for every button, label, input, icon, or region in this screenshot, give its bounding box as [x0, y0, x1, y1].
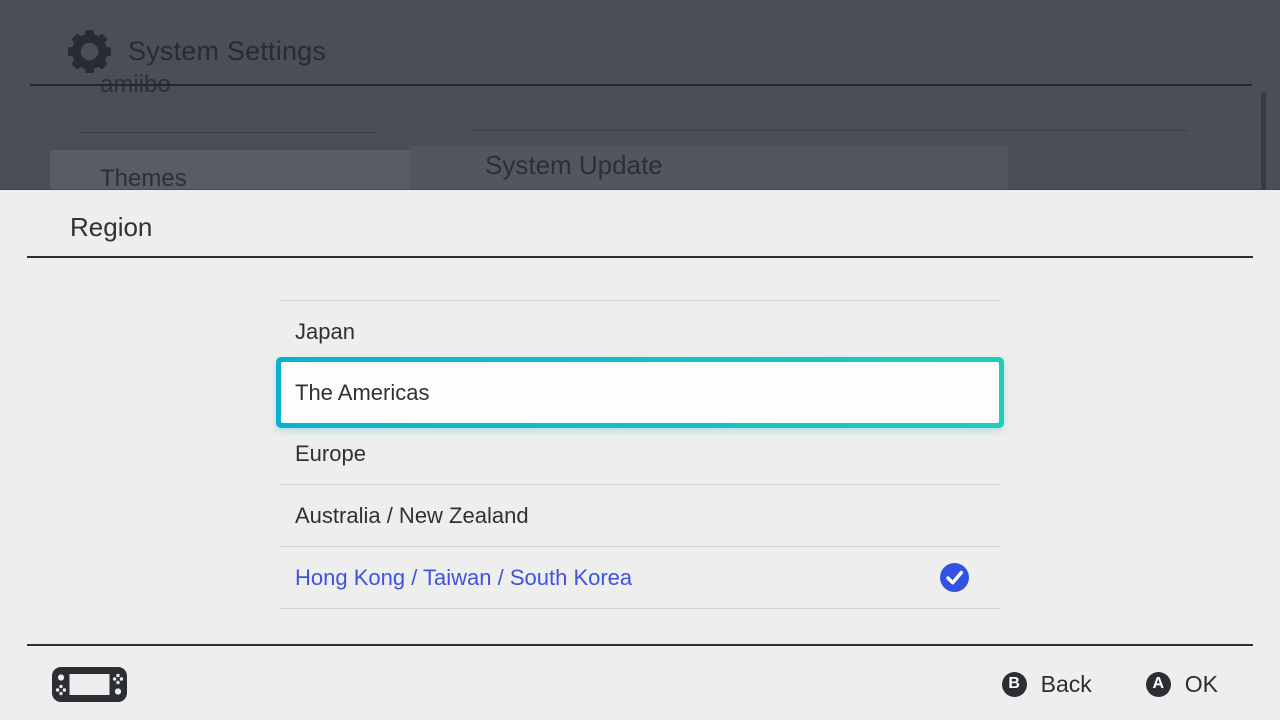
- footer-controls: B Back A OK: [1001, 669, 1218, 699]
- option-label: Europe: [295, 440, 366, 466]
- switch-settings-screen: System Settings amiibo Themes System Upd…: [0, 0, 1280, 720]
- header-divider: [30, 84, 1252, 86]
- dialog-title-divider: [27, 256, 1253, 258]
- settings-header: System Settings: [0, 0, 1280, 92]
- option-label: Japan: [295, 318, 355, 344]
- region-option-australia-new-zealand[interactable]: Australia / New Zealand: [280, 485, 1000, 546]
- dimmed-background-screen: System Settings amiibo Themes System Upd…: [0, 0, 1280, 190]
- sidebar-item-themes[interactable]: Themes: [100, 165, 187, 190]
- option-label: Australia / New Zealand: [295, 502, 529, 528]
- option-label: Hong Kong / Taiwan / South Korea: [295, 564, 633, 590]
- region-dialog: Region Japan The Americas Europe Austral…: [0, 190, 1280, 720]
- region-option-hong-kong-taiwan-south-korea[interactable]: Hong Kong / Taiwan / South Korea: [280, 547, 1000, 608]
- region-option-the-americas[interactable]: The Americas: [276, 357, 1004, 428]
- b-button-icon[interactable]: B: [1001, 671, 1027, 697]
- page-title: System Settings: [128, 36, 327, 66]
- option-label: The Americas: [295, 379, 430, 405]
- region-option-europe[interactable]: Europe: [280, 423, 1000, 484]
- list-divider: [280, 608, 1000, 609]
- gear-icon: [67, 29, 112, 74]
- region-option-list: Japan The Americas Europe Australia / Ne…: [276, 300, 1004, 609]
- check-icon: [940, 563, 969, 592]
- ok-button-label[interactable]: OK: [1185, 671, 1218, 698]
- region-option-japan[interactable]: Japan: [280, 301, 1000, 362]
- footer-divider: [27, 644, 1253, 646]
- sidebar-scrollbar[interactable]: [1261, 92, 1266, 190]
- dialog-title: Region: [70, 212, 153, 242]
- main-panel-item-system-update[interactable]: System Update: [485, 150, 663, 181]
- sidebar-divider: [80, 132, 378, 133]
- switch-handheld-console-icon: [52, 667, 127, 702]
- back-button-label[interactable]: Back: [1041, 671, 1092, 698]
- main-panel-divider: [470, 130, 1188, 131]
- a-button-icon[interactable]: A: [1145, 671, 1171, 697]
